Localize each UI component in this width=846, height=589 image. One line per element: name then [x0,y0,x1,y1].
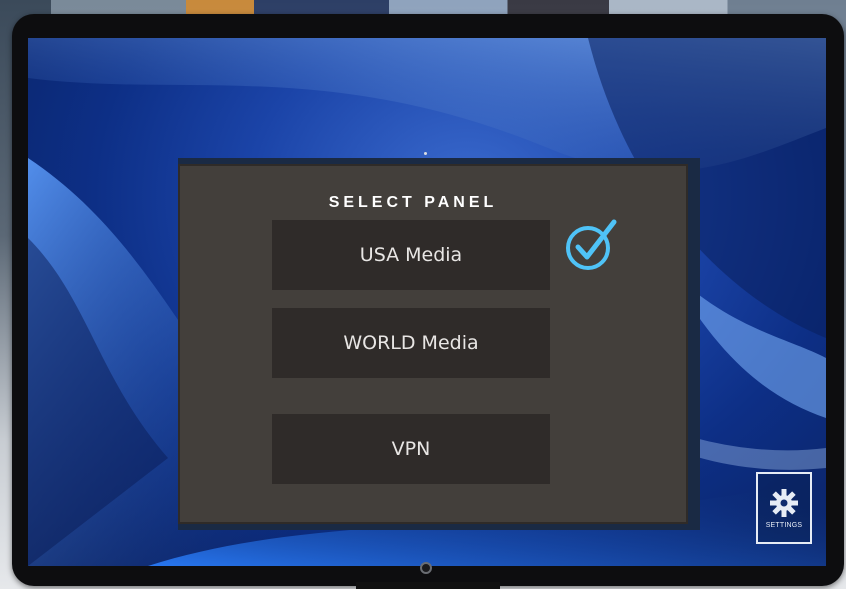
tv-screen: SELECT PANEL USA Media WORLD Media VPN S… [28,38,826,566]
checkmark-circle-icon [566,219,617,270]
panel-option-world-media[interactable]: WORLD Media [272,308,550,378]
settings-button[interactable]: SETTINGS [756,472,812,544]
panel-title: SELECT PANEL [328,194,498,211]
select-panel-dialog: SELECT PANEL USA Media WORLD Media VPN [178,164,688,524]
panel-option-vpn[interactable]: VPN [272,414,550,484]
indicator-dot [424,152,427,155]
settings-label: SETTINGS [765,521,803,529]
tv-power-led [420,562,432,574]
panel-option-usa-media[interactable]: USA Media [272,220,550,290]
tv-stand [356,582,500,589]
gear-icon [770,488,798,517]
